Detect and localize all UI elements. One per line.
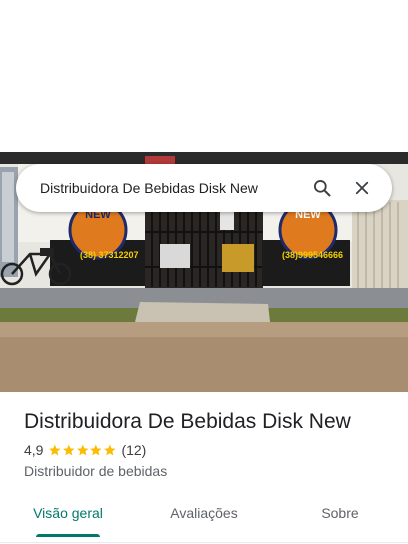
sign-left-phone: (38) 37312207 bbox=[80, 250, 139, 260]
review-count[interactable]: (12) bbox=[121, 442, 146, 458]
search-input[interactable]: Distribuidora De Bebidas Disk New bbox=[40, 180, 302, 196]
tab-overview[interactable]: Visão geral bbox=[0, 494, 136, 542]
place-title: Distribuidora De Bebidas Disk New bbox=[24, 410, 351, 433]
map-blank-area bbox=[0, 0, 408, 152]
rating-row[interactable]: 4,9 (12) bbox=[24, 441, 394, 459]
place-info: Distribuidora De Bebidas Disk New 4,9 (1… bbox=[24, 408, 394, 479]
active-tab-indicator bbox=[36, 534, 100, 537]
place-tabs: Visão geral Avaliações Sobre bbox=[0, 494, 408, 543]
star-icon bbox=[103, 444, 116, 456]
close-icon[interactable] bbox=[342, 168, 382, 208]
tab-about[interactable]: Sobre bbox=[272, 494, 408, 542]
sign-right-phone: (38)999546666 bbox=[282, 250, 343, 260]
rating-stars bbox=[48, 443, 116, 457]
search-bar[interactable]: Distribuidora De Bebidas Disk New bbox=[16, 164, 392, 212]
star-icon bbox=[63, 444, 75, 456]
tab-reviews[interactable]: Avaliações bbox=[136, 494, 272, 542]
tab-overview-label: Visão geral bbox=[33, 505, 103, 521]
star-icon bbox=[49, 444, 61, 456]
star-icon bbox=[90, 444, 102, 456]
tab-reviews-label: Avaliações bbox=[170, 505, 238, 521]
tab-about-label: Sobre bbox=[321, 505, 359, 521]
place-category[interactable]: Distribuidor de bebidas bbox=[24, 463, 394, 479]
star-icon bbox=[76, 444, 89, 456]
search-icon[interactable] bbox=[302, 168, 342, 208]
rating-value: 4,9 bbox=[24, 442, 44, 458]
